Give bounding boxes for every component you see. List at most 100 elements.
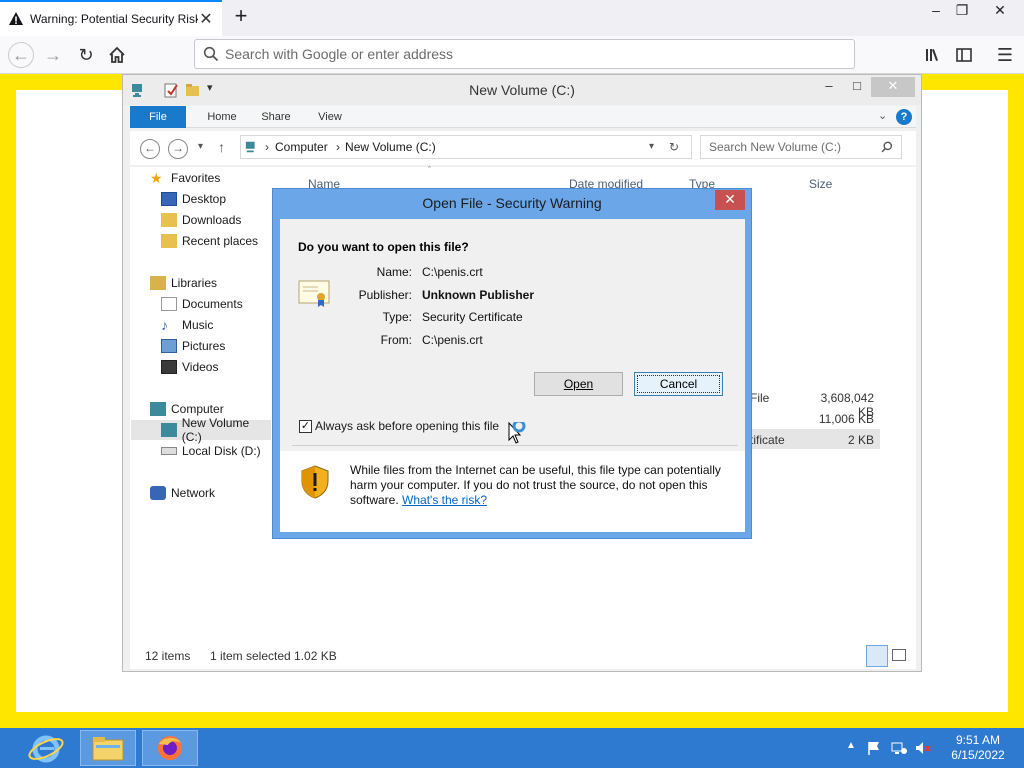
menu-icon[interactable]: ☰ [994, 44, 1016, 66]
explorer-titlebar: ▾ New Volume (C:) – □ ✕ [123, 75, 921, 105]
nav-music[interactable]: ♪ Music [161, 318, 213, 332]
address-dropdown-icon[interactable]: ▾ [649, 136, 654, 158]
explorer-search-input[interactable]: Search New Volume (C:) [700, 135, 902, 159]
large-icons-view-icon[interactable] [892, 649, 906, 661]
ribbon-expand-icon[interactable]: ⌄ [878, 109, 887, 122]
explorer-maximize-button[interactable]: □ [843, 77, 871, 97]
url-bar-placeholder: Search with Google or enter address [225, 46, 454, 62]
breadcrumb-computer[interactable]: Computer [275, 140, 328, 154]
libraries-icon [150, 276, 166, 290]
tab-file[interactable]: File [130, 106, 186, 128]
busy-cursor-icon [508, 422, 526, 444]
reload-button[interactable]: ↻ [75, 44, 97, 66]
computer-icon [150, 402, 166, 416]
row-type: tificate [750, 433, 785, 447]
drive-icon [161, 423, 177, 437]
nav-label: Recent places [182, 234, 259, 248]
network-status-icon[interactable] [890, 740, 908, 756]
nav-label: Pictures [182, 339, 226, 353]
clock-time: 9:51 AM [955, 733, 1001, 747]
nav-favorites[interactable]: ★ Favorites [150, 171, 220, 185]
certificate-icon [298, 280, 330, 307]
publisher-value: Unknown Publisher [422, 288, 535, 302]
home-button[interactable] [106, 44, 128, 66]
library-icon[interactable] [922, 44, 944, 66]
action-center-flag-icon[interactable] [866, 740, 882, 756]
nav-desktop[interactable]: Desktop [161, 192, 226, 206]
file-explorer-button[interactable] [80, 730, 136, 766]
nav-new-volume[interactable]: New Volume (C:) [131, 416, 271, 444]
volume-muted-icon[interactable] [914, 740, 932, 756]
home-icon [109, 46, 125, 63]
type-label: Type: [382, 310, 412, 324]
always-ask-checkbox[interactable]: ✓ [299, 419, 312, 433]
nav-local-disk[interactable]: Local Disk (D:) [161, 444, 261, 458]
music-icon: ♪ [161, 317, 168, 333]
nav-documents[interactable]: Documents [161, 297, 243, 311]
from-label: From: [380, 333, 412, 347]
url-bar[interactable]: Search with Google or enter address [194, 39, 855, 69]
browser-tab-bar: Warning: Potential Security Risk ✕ + – ❐… [0, 0, 1024, 36]
firefox-button[interactable] [142, 730, 198, 766]
row-size: 2 KB [847, 433, 874, 447]
from-value: C:\penis.crt [422, 333, 483, 347]
selection-info: 1 item selected 1.02 KB [210, 649, 337, 663]
sort-ascending-icon: ˆ [428, 165, 431, 175]
clock-date: 6/15/2022 [951, 748, 1005, 762]
close-window-button[interactable]: ✕ [984, 0, 1016, 22]
nav-network[interactable]: Network [150, 486, 215, 500]
tab-share[interactable]: Share [250, 106, 302, 128]
system-clock[interactable]: 9:51 AM 6/15/2022 [938, 733, 1018, 763]
chevron-right-icon: › [336, 140, 341, 154]
videos-icon [161, 360, 177, 374]
internet-explorer-button[interactable] [20, 730, 76, 766]
nav-downloads[interactable]: Downloads [161, 213, 241, 227]
nav-libraries[interactable]: Libraries [150, 276, 217, 290]
type-value: Security Certificate [422, 310, 523, 324]
sidebar-icon[interactable] [953, 44, 975, 66]
taskbar: ▲ 9:51 AM 6/15/2022 [0, 728, 1024, 768]
nav-pictures[interactable]: Pictures [161, 339, 225, 353]
nav-videos[interactable]: Videos [161, 360, 218, 374]
breadcrumb-new-volume[interactable]: New Volume (C:) [345, 140, 436, 154]
new-tab-button[interactable]: + [230, 5, 252, 28]
tab-home[interactable]: Home [196, 106, 248, 128]
explorer-minimize-button[interactable]: – [815, 77, 843, 97]
up-button[interactable]: ↑ [218, 139, 225, 155]
warning-icon [9, 12, 23, 25]
nav-label: Documents [182, 297, 243, 311]
pictures-icon [161, 339, 177, 353]
browser-tab-active[interactable]: Warning: Potential Security Risk ✕ [0, 0, 222, 36]
explorer-back-button[interactable]: ← [140, 139, 160, 159]
recent-locations-icon[interactable]: ▾ [198, 141, 203, 152]
tab-view[interactable]: View [304, 106, 356, 128]
explorer-forward-button[interactable]: → [168, 139, 188, 159]
dialog-title: Open File - Security Warning [422, 195, 602, 211]
nav-label: Libraries [171, 276, 218, 290]
refresh-icon[interactable]: ↻ [669, 136, 679, 158]
nav-recent-places[interactable]: Recent places [161, 234, 258, 248]
row-type: File [750, 391, 770, 405]
address-bar[interactable]: › Computer › New Volume (C:) ▾ ↻ [240, 135, 692, 159]
cancel-button[interactable]: Cancel [634, 372, 723, 396]
whats-the-risk-link[interactable]: What's the risk? [402, 493, 487, 507]
show-hidden-icons-icon[interactable]: ▲ [846, 740, 856, 751]
internet-explorer-icon [28, 735, 64, 763]
column-size[interactable]: Size [809, 177, 832, 191]
tab-close-icon[interactable]: ✕ [198, 9, 214, 29]
always-ask-label[interactable]: Always ask before opening this file [315, 419, 499, 433]
dialog-close-button[interactable]: ✕ [715, 190, 745, 210]
forward-button[interactable]: → [42, 44, 64, 66]
back-button[interactable]: ← [8, 42, 34, 68]
details-view-icon[interactable] [866, 645, 888, 667]
star-icon: ★ [150, 170, 163, 186]
open-button[interactable]: Open [534, 372, 623, 396]
explorer-close-button[interactable]: ✕ [871, 77, 915, 97]
help-icon[interactable]: ? [896, 109, 912, 125]
desktop-icon [161, 192, 177, 206]
search-icon [881, 141, 893, 153]
always-ask-checkbox-row[interactable]: ✓ Always ask before opening this file [299, 419, 499, 433]
nav-computer[interactable]: Computer [150, 402, 224, 416]
restore-button[interactable]: ❐ [946, 0, 978, 22]
firefox-icon [158, 736, 182, 760]
